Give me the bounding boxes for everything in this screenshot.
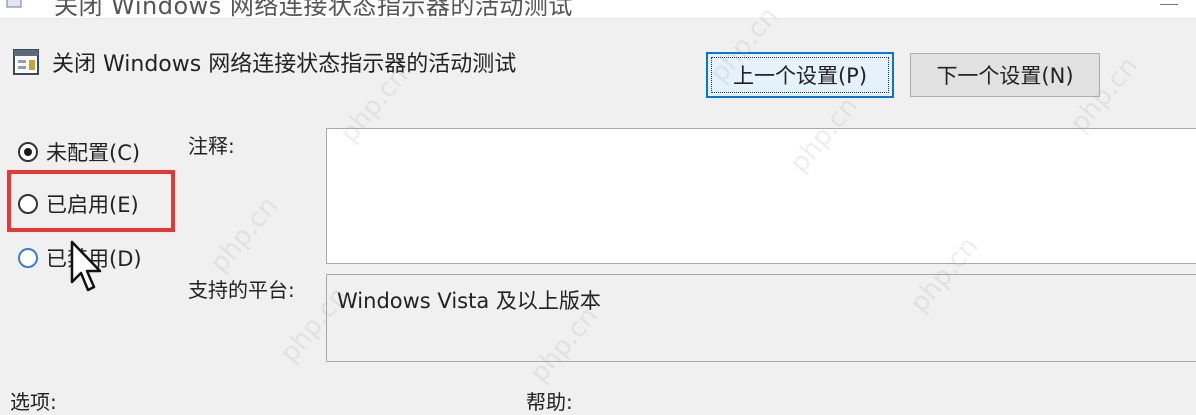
radio-label-not-configured: 未配置(C) [46,141,141,165]
policy-icon [13,49,39,75]
watermark: php.cn [204,191,285,279]
platform-label: 支持的平台: [188,278,295,302]
next-setting-button[interactable]: 下一个设置(N) [910,53,1100,97]
window-icon [6,0,22,8]
comment-textarea[interactable] [326,128,1196,264]
platform-text: Windows Vista 及以上版本 [337,289,601,313]
help-section-label: 帮助: [526,390,573,414]
comment-label: 注释: [188,134,235,158]
mouse-cursor-icon [70,240,102,292]
radio-button[interactable] [18,248,38,268]
window-titlebar: 关闭 Windows 网络连接状态指示器的活动测试 [0,0,1196,19]
radio-button-checked[interactable] [18,142,38,162]
highlight-box [7,170,175,232]
options-section-label: 选项: [10,390,57,414]
policy-title: 关闭 Windows 网络连接状态指示器的活动测试 [52,52,517,77]
minimize-icon[interactable] [1160,0,1178,5]
platform-value: Windows Vista 及以上版本 [326,274,1196,362]
radio-not-configured[interactable]: 未配置(C) [18,137,140,167]
previous-setting-button[interactable]: 上一个设置(P) [706,52,894,98]
policy-header: 关闭 Windows 网络连接状态指示器的活动测试 [12,42,516,82]
window-title: 关闭 Windows 网络连接状态指示器的活动测试 [54,0,573,19]
